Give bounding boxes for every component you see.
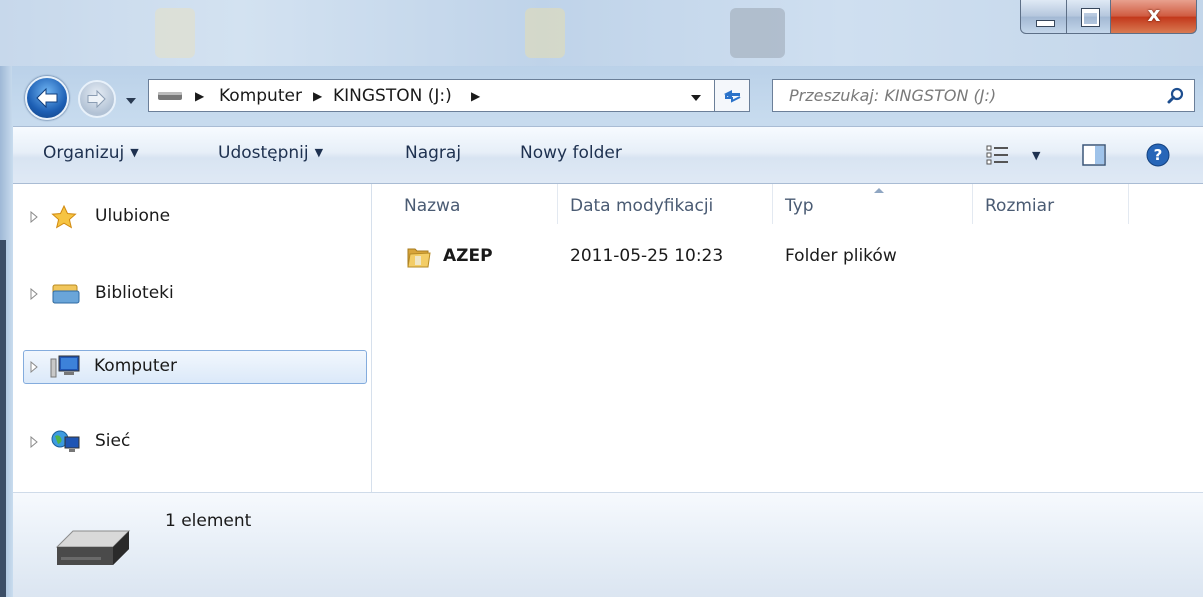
explorer-window: x ▶ Komputer ▶ KINGSTON (J:) ▶ Przeszuka… (0, 0, 1203, 597)
organize-menu-button[interactable]: Organizuj ▼ (43, 143, 139, 163)
column-header-date[interactable]: Data modyfikacji (570, 196, 713, 216)
refresh-icon (724, 90, 741, 103)
chevron-down-icon: ▼ (130, 146, 139, 159)
file-name: AZEP (443, 246, 493, 266)
view-options-icon[interactable] (986, 145, 1010, 165)
file-date: 2011-05-25 10:23 (570, 246, 724, 266)
forward-arrow-icon (87, 89, 106, 109)
nav-item-libraries[interactable]: Biblioteki (23, 277, 367, 311)
chevron-down-icon: ▼ (314, 146, 324, 159)
column-header-size[interactable]: Rozmiar (985, 196, 1054, 216)
breadcrumb-arrow-icon[interactable]: ▶ (195, 89, 204, 103)
forward-button[interactable] (78, 80, 116, 118)
breadcrumb-drive[interactable]: KINGSTON (J:) (333, 86, 452, 106)
search-icon[interactable] (1166, 86, 1186, 106)
desktop-blur (730, 8, 785, 58)
libraries-icon (52, 284, 80, 304)
maximize-button[interactable] (1067, 0, 1111, 34)
preview-pane-icon[interactable] (1082, 144, 1106, 166)
refresh-button[interactable] (714, 79, 750, 112)
expand-arrow-icon[interactable] (29, 288, 39, 300)
new-folder-button[interactable]: Nowy folder (520, 143, 622, 163)
usb-drive-icon (55, 530, 131, 565)
caption-buttons: x (1020, 0, 1197, 38)
address-bar[interactable]: ▶ Komputer ▶ KINGSTON (J:) ▶ (148, 79, 750, 112)
breadcrumb-computer[interactable]: Komputer (219, 86, 302, 106)
nav-item-network[interactable]: Sieć (23, 425, 367, 459)
back-button[interactable] (25, 76, 69, 120)
back-arrow-icon (36, 87, 58, 109)
search-placeholder[interactable]: Przeszukaj: KINGSTON (J:) (789, 86, 996, 105)
minimize-icon (1036, 20, 1055, 27)
view-options-chevron-icon[interactable]: ▼ (1032, 149, 1040, 162)
nav-label: Ulubione (95, 206, 171, 226)
file-type: Folder plików (785, 246, 897, 266)
computer-icon (50, 355, 80, 378)
nav-item-favorites[interactable]: Ulubione (23, 200, 367, 234)
column-divider[interactable] (557, 184, 558, 224)
expand-arrow-icon[interactable] (29, 436, 39, 448)
network-icon (51, 430, 80, 452)
expand-arrow-icon[interactable] (29, 211, 39, 223)
nav-item-computer[interactable]: Komputer (23, 350, 367, 384)
sort-ascending-icon (874, 188, 884, 193)
organize-label: Organizuj (43, 143, 125, 163)
column-divider[interactable] (1128, 184, 1129, 224)
command-bar: Organizuj ▼ Udostępnij ▼ Nagraj Nowy folde… (13, 126, 1203, 184)
nav-label: Sieć (95, 431, 131, 451)
share-label: Udostępnij (218, 143, 309, 163)
table-row[interactable]: AZEP 2011-05-25 10:23 Folder plików (400, 242, 920, 272)
column-header-name[interactable]: Nazwa (404, 196, 460, 216)
column-divider[interactable] (772, 184, 773, 224)
nav-label: Komputer (94, 356, 177, 376)
window-frame-shadow (0, 240, 6, 597)
breadcrumb-arrow-icon[interactable]: ▶ (313, 89, 322, 103)
details-pane: 1 element (13, 492, 1203, 597)
svg-text:?: ? (1154, 146, 1163, 164)
address-history-dropdown-icon[interactable] (687, 88, 705, 106)
nav-label: Biblioteki (95, 283, 174, 303)
close-icon: x (1147, 2, 1161, 26)
desktop-blur (155, 8, 195, 58)
help-icon[interactable]: ? (1146, 143, 1170, 167)
column-header-type[interactable]: Typ (785, 196, 814, 216)
close-button[interactable]: x (1111, 0, 1197, 34)
share-menu-button[interactable]: Udostępnij ▼ (218, 143, 323, 163)
desktop-blur (525, 8, 565, 58)
expand-arrow-icon[interactable] (29, 361, 39, 373)
star-icon (51, 205, 77, 229)
maximize-icon (1081, 8, 1100, 27)
drive-icon (158, 92, 182, 100)
search-box[interactable]: Przeszukaj: KINGSTON (J:) (772, 79, 1195, 112)
minimize-button[interactable] (1020, 0, 1067, 34)
file-list: Nazwa Data modyfikacji Typ Rozmiar AZEP … (372, 184, 1203, 492)
column-divider[interactable] (972, 184, 973, 224)
navigation-pane: Ulubione Biblioteki Komputer Sieć (13, 184, 372, 492)
folder-icon (407, 248, 431, 268)
recent-pages-dropdown-icon[interactable] (118, 90, 146, 110)
item-count: 1 element (165, 511, 252, 531)
burn-button[interactable]: Nagraj (405, 143, 461, 163)
breadcrumb-arrow-icon[interactable]: ▶ (471, 89, 480, 103)
